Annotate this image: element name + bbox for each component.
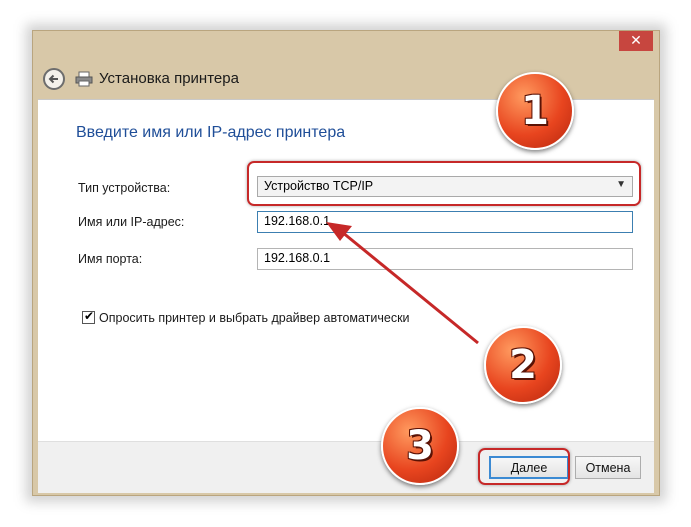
arrow-shaft: [341, 230, 479, 345]
step-badge-3: 3: [381, 407, 459, 485]
step-badge-2: 2: [484, 326, 562, 404]
step-badge-1: 1: [496, 72, 574, 150]
annotation-arrow: [326, 222, 479, 345]
